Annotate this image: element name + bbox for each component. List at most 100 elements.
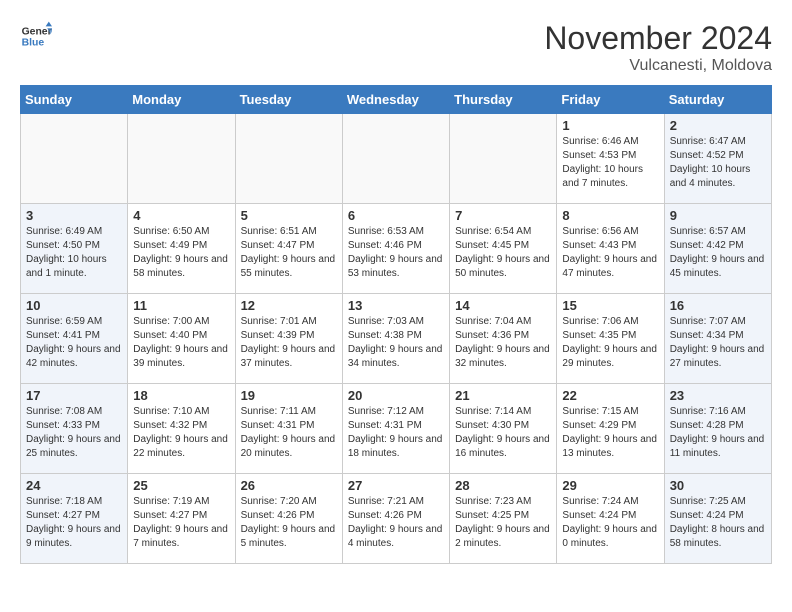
calendar-cell: 11Sunrise: 7:00 AM Sunset: 4:40 PM Dayli… xyxy=(128,294,235,384)
day-info: Sunrise: 7:24 AM Sunset: 4:24 PM Dayligh… xyxy=(562,495,658,551)
calendar-cell: 17 Sunrise: 7:08 AM Sunset: 4:33 PM Dayli… xyxy=(21,384,128,474)
day-info: Sunrise: 6:46 AM Sunset: 4:53 PM Dayligh… xyxy=(562,135,658,191)
day-number: 18 xyxy=(133,388,229,403)
day-info: Sunrise: 7:18 AM Sunset: 4:27 PM Dayligh… xyxy=(26,495,122,551)
calendar-cell: 21Sunrise: 7:14 AM Sunset: 4:30 PM Dayli… xyxy=(450,384,557,474)
page-header: General Blue November 2024 Vulcanesti, M… xyxy=(20,20,772,75)
day-info: Sunrise: 7:00 AM Sunset: 4:40 PM Dayligh… xyxy=(133,315,229,371)
calendar-week-5: 24 Sunrise: 7:18 AM Sunset: 4:27 PM Dayli… xyxy=(21,474,772,564)
day-info: Sunrise: 7:16 AM Sunset: 4:28 PM Dayligh… xyxy=(670,405,766,461)
day-number: 16 xyxy=(670,298,766,313)
day-number: 14 xyxy=(455,298,551,313)
location-subtitle: Vulcanesti, Moldova xyxy=(544,57,772,75)
calendar-cell: 9 Sunrise: 6:57 AM Sunset: 4:42 PM Daylig… xyxy=(664,204,771,294)
day-info: Sunrise: 7:06 AM Sunset: 4:35 PM Dayligh… xyxy=(562,315,658,371)
day-number: 26 xyxy=(241,478,337,493)
day-number: 15 xyxy=(562,298,658,313)
day-number: 19 xyxy=(241,388,337,403)
calendar-cell: 23 Sunrise: 7:16 AM Sunset: 4:28 PM Dayli… xyxy=(664,384,771,474)
day-info: Sunrise: 7:20 AM Sunset: 4:26 PM Dayligh… xyxy=(241,495,337,551)
calendar-cell xyxy=(342,114,449,204)
month-title: November 2024 xyxy=(544,20,772,57)
col-header-wednesday: Wednesday xyxy=(342,86,449,114)
calendar-table: SundayMondayTuesdayWednesdayThursdayFrid… xyxy=(20,85,772,564)
day-number: 24 xyxy=(26,478,122,493)
calendar-cell: 2 Sunrise: 6:47 AM Sunset: 4:52 PM Daylig… xyxy=(664,114,771,204)
calendar-cell: 8Sunrise: 6:56 AM Sunset: 4:43 PM Daylig… xyxy=(557,204,664,294)
calendar-cell: 14 Sunrise: 7:04 AM Sunset: 4:36 PM Dayli… xyxy=(450,294,557,384)
calendar-cell: 19 Sunrise: 7:11 AM Sunset: 4:31 PM Dayli… xyxy=(235,384,342,474)
day-info: Sunrise: 7:11 AM Sunset: 4:31 PM Dayligh… xyxy=(241,405,337,461)
day-info: Sunrise: 7:08 AM Sunset: 4:33 PM Dayligh… xyxy=(26,405,122,461)
calendar-cell xyxy=(21,114,128,204)
calendar-cell: 20Sunrise: 7:12 AM Sunset: 4:31 PM Dayli… xyxy=(342,384,449,474)
day-number: 28 xyxy=(455,478,551,493)
day-info: Sunrise: 7:12 AM Sunset: 4:31 PM Dayligh… xyxy=(348,405,444,461)
day-info: Sunrise: 6:49 AM Sunset: 4:50 PM Dayligh… xyxy=(26,225,122,281)
calendar-cell: 10 Sunrise: 6:59 AM Sunset: 4:41 PM Dayli… xyxy=(21,294,128,384)
day-number: 12 xyxy=(241,298,337,313)
calendar-cell: 18 Sunrise: 7:10 AM Sunset: 4:32 PM Dayli… xyxy=(128,384,235,474)
day-number: 5 xyxy=(241,208,337,223)
day-info: Sunrise: 7:07 AM Sunset: 4:34 PM Dayligh… xyxy=(670,315,766,371)
calendar-cell xyxy=(128,114,235,204)
calendar-cell: 3 Sunrise: 6:49 AM Sunset: 4:50 PM Daylig… xyxy=(21,204,128,294)
day-number: 4 xyxy=(133,208,229,223)
calendar-cell: 16 Sunrise: 7:07 AM Sunset: 4:34 PM Dayli… xyxy=(664,294,771,384)
day-info: Sunrise: 7:21 AM Sunset: 4:26 PM Dayligh… xyxy=(348,495,444,551)
calendar-cell xyxy=(235,114,342,204)
day-number: 9 xyxy=(670,208,766,223)
day-info: Sunrise: 6:54 AM Sunset: 4:45 PM Dayligh… xyxy=(455,225,551,281)
day-info: Sunrise: 7:15 AM Sunset: 4:29 PM Dayligh… xyxy=(562,405,658,461)
calendar-week-4: 17 Sunrise: 7:08 AM Sunset: 4:33 PM Dayli… xyxy=(21,384,772,474)
svg-text:Blue: Blue xyxy=(22,38,45,49)
logo: General Blue xyxy=(20,20,52,52)
calendar-cell: 30 Sunrise: 7:25 AM Sunset: 4:24 PM Dayli… xyxy=(664,474,771,564)
day-number: 23 xyxy=(670,388,766,403)
day-number: 29 xyxy=(562,478,658,493)
calendar-week-2: 3 Sunrise: 6:49 AM Sunset: 4:50 PM Daylig… xyxy=(21,204,772,294)
calendar-cell: 24 Sunrise: 7:18 AM Sunset: 4:27 PM Dayli… xyxy=(21,474,128,564)
calendar-cell: 25 Sunrise: 7:19 AM Sunset: 4:27 PM Dayli… xyxy=(128,474,235,564)
day-info: Sunrise: 7:03 AM Sunset: 4:38 PM Dayligh… xyxy=(348,315,444,371)
day-number: 2 xyxy=(670,118,766,133)
day-info: Sunrise: 7:19 AM Sunset: 4:27 PM Dayligh… xyxy=(133,495,229,551)
day-number: 13 xyxy=(348,298,444,313)
day-number: 17 xyxy=(26,388,122,403)
day-info: Sunrise: 7:23 AM Sunset: 4:25 PM Dayligh… xyxy=(455,495,551,551)
day-number: 8 xyxy=(562,208,658,223)
day-number: 6 xyxy=(348,208,444,223)
day-info: Sunrise: 6:47 AM Sunset: 4:52 PM Dayligh… xyxy=(670,135,766,191)
title-block: November 2024 Vulcanesti, Moldova xyxy=(544,20,772,75)
day-number: 25 xyxy=(133,478,229,493)
logo-icon: General Blue xyxy=(20,20,52,52)
day-info: Sunrise: 6:51 AM Sunset: 4:47 PM Dayligh… xyxy=(241,225,337,281)
calendar-cell: 7Sunrise: 6:54 AM Sunset: 4:45 PM Daylig… xyxy=(450,204,557,294)
day-number: 30 xyxy=(670,478,766,493)
day-info: Sunrise: 6:59 AM Sunset: 4:41 PM Dayligh… xyxy=(26,315,122,371)
calendar-cell: 26 Sunrise: 7:20 AM Sunset: 4:26 PM Dayli… xyxy=(235,474,342,564)
calendar-cell: 15 Sunrise: 7:06 AM Sunset: 4:35 PM Dayli… xyxy=(557,294,664,384)
calendar-cell: 22Sunrise: 7:15 AM Sunset: 4:29 PM Dayli… xyxy=(557,384,664,474)
calendar-cell: 12Sunrise: 7:01 AM Sunset: 4:39 PM Dayli… xyxy=(235,294,342,384)
day-info: Sunrise: 6:57 AM Sunset: 4:42 PM Dayligh… xyxy=(670,225,766,281)
calendar-cell: 27Sunrise: 7:21 AM Sunset: 4:26 PM Dayli… xyxy=(342,474,449,564)
calendar-cell: 6 Sunrise: 6:53 AM Sunset: 4:46 PM Daylig… xyxy=(342,204,449,294)
calendar-header-row: SundayMondayTuesdayWednesdayThursdayFrid… xyxy=(21,86,772,114)
calendar-cell: 1Sunrise: 6:46 AM Sunset: 4:53 PM Daylig… xyxy=(557,114,664,204)
day-info: Sunrise: 7:04 AM Sunset: 4:36 PM Dayligh… xyxy=(455,315,551,371)
day-number: 10 xyxy=(26,298,122,313)
day-info: Sunrise: 6:50 AM Sunset: 4:49 PM Dayligh… xyxy=(133,225,229,281)
calendar-cell: 13 Sunrise: 7:03 AM Sunset: 4:38 PM Dayli… xyxy=(342,294,449,384)
day-info: Sunrise: 6:53 AM Sunset: 4:46 PM Dayligh… xyxy=(348,225,444,281)
col-header-friday: Friday xyxy=(557,86,664,114)
col-header-thursday: Thursday xyxy=(450,86,557,114)
day-info: Sunrise: 7:25 AM Sunset: 4:24 PM Dayligh… xyxy=(670,495,766,551)
day-number: 3 xyxy=(26,208,122,223)
calendar-cell: 4 Sunrise: 6:50 AM Sunset: 4:49 PM Daylig… xyxy=(128,204,235,294)
day-number: 21 xyxy=(455,388,551,403)
day-info: Sunrise: 7:10 AM Sunset: 4:32 PM Dayligh… xyxy=(133,405,229,461)
col-header-monday: Monday xyxy=(128,86,235,114)
calendar-week-1: 1Sunrise: 6:46 AM Sunset: 4:53 PM Daylig… xyxy=(21,114,772,204)
calendar-cell xyxy=(450,114,557,204)
